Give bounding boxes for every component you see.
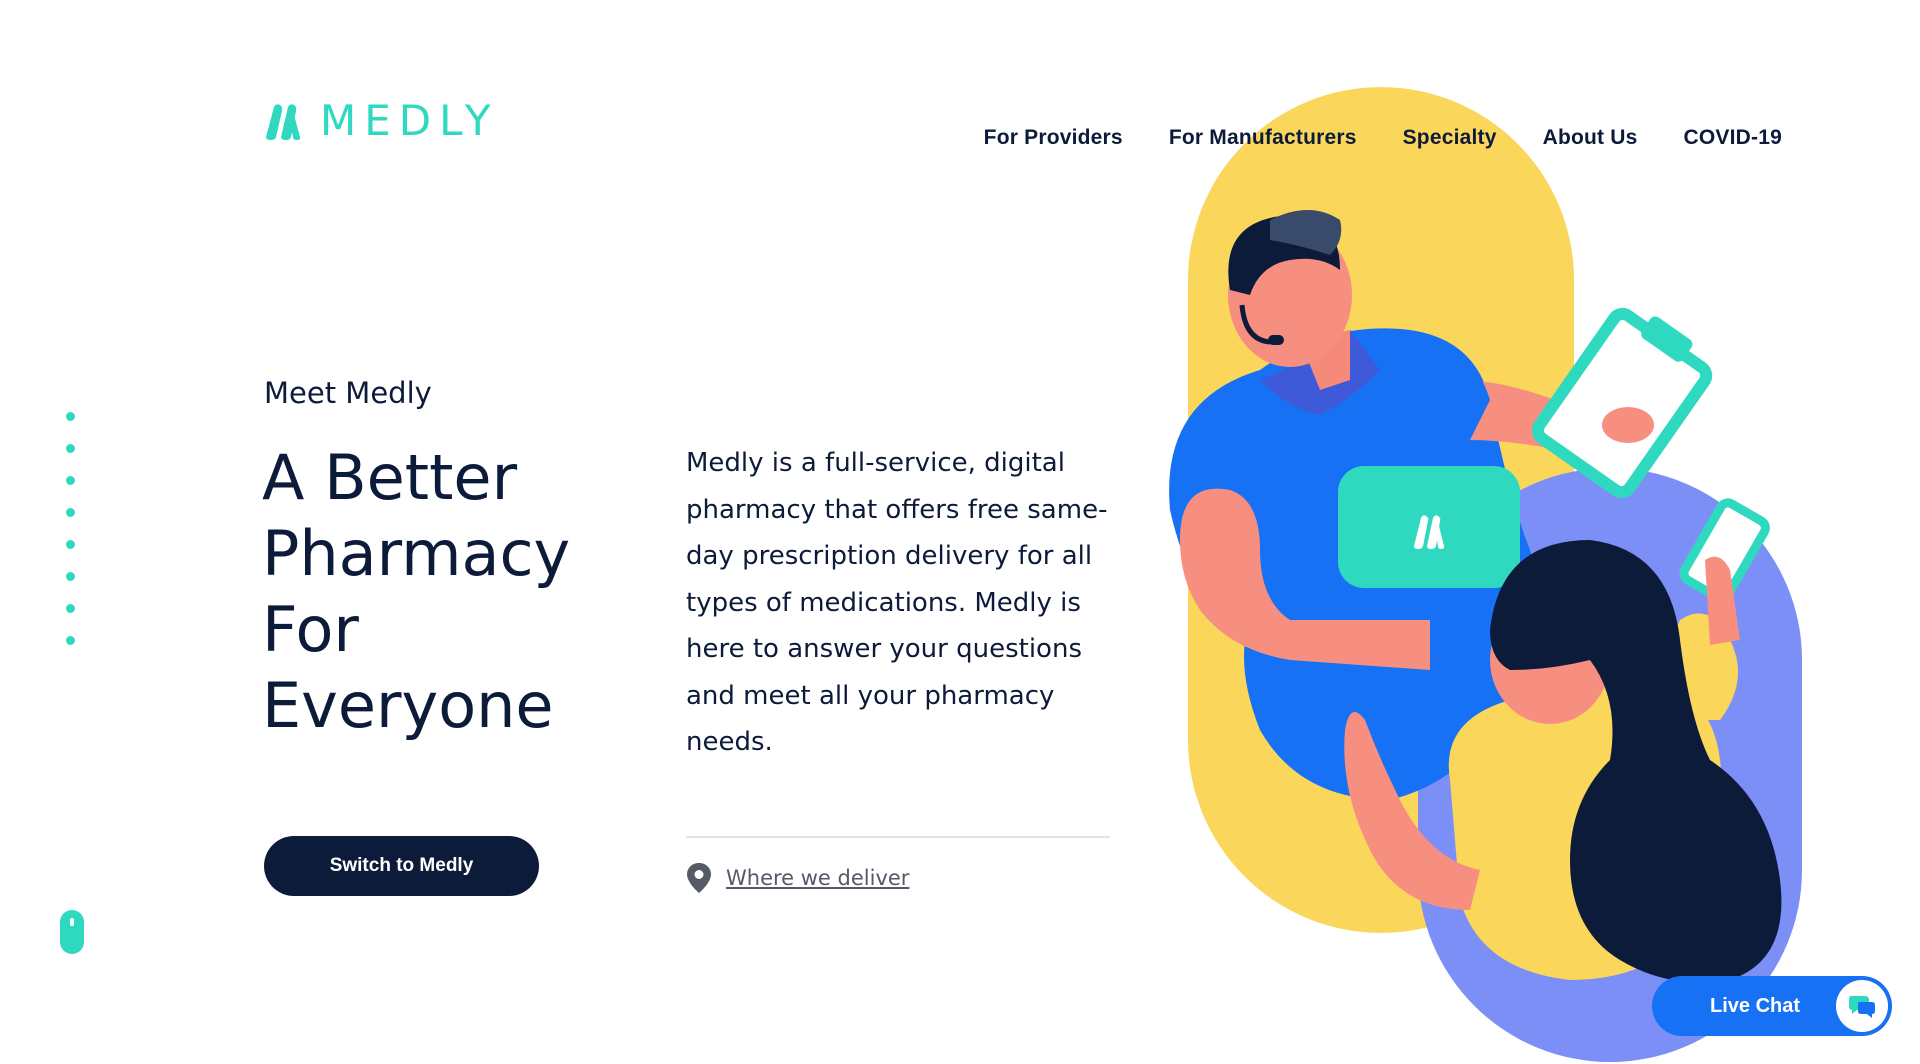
medly-logo[interactable]: MEDLY xyxy=(264,100,499,142)
where-we-deliver-link[interactable]: Where we deliver xyxy=(726,866,909,890)
nav-about-us[interactable]: About Us xyxy=(1543,126,1638,150)
divider xyxy=(686,836,1110,838)
nav-for-providers[interactable]: For Providers xyxy=(984,126,1123,150)
nav-specialty[interactable]: Specialty xyxy=(1403,126,1497,150)
location-pin-icon xyxy=(687,863,711,893)
section-dot[interactable] xyxy=(66,444,75,453)
section-dots xyxy=(66,412,75,645)
live-chat-label: Live Chat xyxy=(1710,994,1801,1017)
teal-package xyxy=(1338,466,1520,588)
page: MEDLY For Providers For Manufacturers Sp… xyxy=(0,0,1920,1064)
chat-bubbles-icon xyxy=(1836,980,1888,1032)
delivery-link-row: Where we deliver xyxy=(686,862,909,894)
medly-m-logo-icon xyxy=(266,104,301,140)
section-dot[interactable] xyxy=(66,604,75,613)
section-dot[interactable] xyxy=(66,636,75,645)
section-dot[interactable] xyxy=(66,508,75,517)
section-dot[interactable] xyxy=(66,476,75,485)
live-chat-button[interactable]: Live Chat xyxy=(1652,976,1892,1036)
switch-to-medly-button[interactable]: Switch to Medly xyxy=(264,836,539,896)
hero-description: Medly is a full-service, digital pharmac… xyxy=(686,448,1108,757)
section-dot[interactable] xyxy=(66,412,75,421)
hero-eyebrow: Meet Medly xyxy=(264,376,432,410)
hero-illustration xyxy=(1169,87,1802,1062)
nav-for-manufacturers[interactable]: For Manufacturers xyxy=(1169,126,1357,150)
logo-wordmark: MEDLY xyxy=(320,96,499,145)
nav-covid-19[interactable]: COVID-19 xyxy=(1684,126,1782,150)
main-nav: For Providers For Manufacturers Specialt… xyxy=(984,126,1782,150)
section-dot[interactable] xyxy=(66,540,75,549)
hero-headline: A Better Pharmacy For Everyone xyxy=(262,441,571,742)
section-dot[interactable] xyxy=(66,572,75,581)
scroll-mouse-icon xyxy=(60,910,84,954)
